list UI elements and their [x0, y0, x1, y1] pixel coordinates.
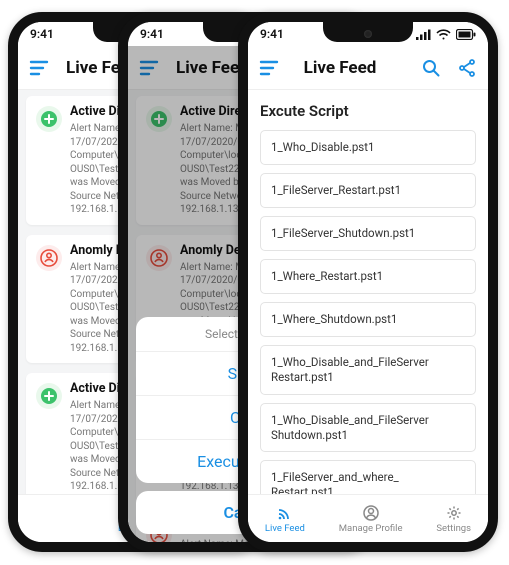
nav-label: Settings	[436, 523, 471, 534]
alert-badge-icon	[36, 245, 62, 271]
bottom-nav: Live Feed Manage Profile Settings	[248, 494, 488, 542]
menu-icon[interactable]	[28, 57, 50, 79]
nav-label: Live Feed	[265, 523, 305, 534]
script-list: 1_Who_Disable.pst1 1_FileServer_Restart.p…	[260, 130, 476, 494]
app-bar: Live Feed	[248, 46, 488, 90]
profile-icon	[363, 504, 379, 522]
alert-badge-icon	[36, 106, 62, 132]
battery-icon	[456, 29, 476, 40]
script-list-page: Excute Script 1_Who_Disable.pst1 1_FileSe…	[248, 90, 488, 494]
script-item[interactable]: 1_FileServer_Restart.pst1	[260, 173, 476, 208]
status-time: 9:41	[260, 27, 284, 41]
script-item[interactable]: 1_Who_Disable_and_FileServer Restart.pst…	[260, 345, 476, 395]
nav-settings[interactable]: Settings	[436, 504, 471, 534]
gear-icon	[446, 504, 462, 522]
script-item[interactable]: 1_Who_Disable.pst1	[260, 130, 476, 165]
signal-icon	[416, 29, 431, 40]
status-time: 9:41	[140, 27, 164, 41]
status-time: 9:41	[30, 27, 54, 41]
script-page-title: Excute Script	[260, 102, 476, 120]
nav-manage-profile[interactable]: Manage Profile	[339, 504, 403, 534]
phone-execute-script: 9:41 Live Feed Excute Script	[238, 12, 498, 552]
script-item[interactable]: 1_Where_Shutdown.pst1	[260, 302, 476, 337]
phone-notch	[323, 22, 413, 42]
nav-label: Manage Profile	[339, 523, 403, 534]
rss-icon	[277, 504, 293, 522]
nav-live-feed[interactable]: Live Feed	[265, 504, 305, 534]
search-icon[interactable]	[420, 57, 442, 79]
script-item[interactable]: 1_FileServer_Shutdown.pst1	[260, 216, 476, 251]
script-item[interactable]: 1_Where_Restart.pst1	[260, 259, 476, 294]
share-icon[interactable]	[456, 57, 478, 79]
page-title: Live Feed	[270, 58, 410, 78]
script-item[interactable]: 1_FileServer_and_where_ Restart.pst1	[260, 460, 476, 494]
script-item[interactable]: 1_Who_Disable_and_FileServer Shutdown.ps…	[260, 403, 476, 453]
alert-badge-icon	[36, 383, 62, 409]
wifi-icon	[436, 29, 451, 40]
status-indicators	[416, 29, 476, 40]
